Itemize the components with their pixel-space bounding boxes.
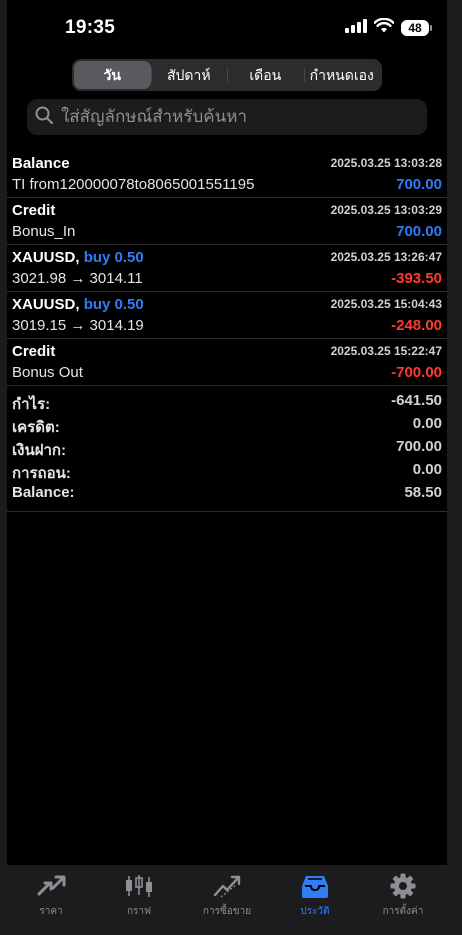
deal-row[interactable]: Credit 2025.03.25 13:03:29 Bonus_In 700.… xyxy=(7,198,447,245)
summary-deposit: เงินฝาก: 700.00 xyxy=(7,436,447,459)
period-selector: วัน สัปดาห์ เดือน กำหนดเอง xyxy=(72,59,382,91)
search-icon xyxy=(35,106,54,129)
deal-date: 2025.03.25 15:22:47 xyxy=(330,344,442,358)
tab-settings[interactable]: การตั้งค่า xyxy=(359,865,447,935)
tab-quotes[interactable]: ราคา xyxy=(7,865,95,935)
cellular-signal-icon xyxy=(345,18,367,38)
segment-day[interactable]: วัน xyxy=(74,61,151,89)
deal-title: Balance xyxy=(12,155,70,172)
summary-profit: กำไร: -641.50 xyxy=(7,390,447,413)
summary-credit: เครดิต: 0.00 xyxy=(7,413,447,436)
deal-row[interactable]: Credit 2025.03.25 15:22:47 Bonus Out -70… xyxy=(7,339,447,386)
wifi-icon xyxy=(373,17,395,38)
tab-chart[interactable]: กราฟ xyxy=(95,865,183,935)
settings-icon xyxy=(388,873,418,899)
trade-icon xyxy=(212,873,242,899)
summary-value: 0.00 xyxy=(412,415,442,432)
summary-value: 58.50 xyxy=(404,484,442,501)
deal-row[interactable]: XAUUSD, buy 0.50 2025.03.25 15:04:43 301… xyxy=(7,292,447,339)
summary-label: Balance: xyxy=(12,484,75,501)
deal-row[interactable]: XAUUSD, buy 0.50 2025.03.25 13:26:47 302… xyxy=(7,245,447,292)
deal-title: Credit xyxy=(12,343,56,360)
summary-value: 0.00 xyxy=(412,461,442,478)
deal-date: 2025.03.25 15:04:43 xyxy=(330,297,442,311)
history-icon xyxy=(300,873,330,899)
status-icons: 48 xyxy=(345,17,432,38)
tab-label: การซื้อขาย xyxy=(202,906,252,917)
deal-amount: -248.00 xyxy=(391,317,442,334)
deal-amount: 700.00 xyxy=(396,176,442,193)
segment-month[interactable]: เดือน xyxy=(227,61,304,89)
deal-side: buy 0.50 xyxy=(83,296,144,313)
summary-value: 700.00 xyxy=(396,438,442,455)
deal-row[interactable]: Balance 2025.03.25 13:03:28 TI from12000… xyxy=(7,151,447,198)
quotes-icon xyxy=(36,873,66,899)
summary-withdrawal: การถอน: 0.00 xyxy=(7,459,447,482)
deals-list: Balance 2025.03.25 13:03:28 TI from12000… xyxy=(7,151,447,512)
battery-icon: 48 xyxy=(401,20,432,36)
tab-history[interactable]: ประวัติ xyxy=(271,865,359,935)
deal-side: buy 0.50 xyxy=(83,249,144,266)
history-screen: 19:35 48 วัน สัปดาห์ เดือน กำหนดเอง ใส่ส… xyxy=(7,0,447,935)
search-input[interactable] xyxy=(59,106,403,128)
history-summary: กำไร: -641.50 เครดิต: 0.00 เงินฝาก: 700.… xyxy=(7,386,447,512)
deal-title: XAUUSD, buy 0.50 xyxy=(12,296,144,313)
tab-label: ประวัติ xyxy=(300,906,330,917)
deal-date: 2025.03.25 13:03:28 xyxy=(330,156,442,170)
deal-amount: 700.00 xyxy=(396,223,442,240)
chart-icon xyxy=(124,873,154,899)
summary-balance: Balance: 58.50 xyxy=(7,482,447,505)
segment-custom[interactable]: กำหนดเอง xyxy=(303,61,381,89)
deal-description: 3019.15 → 3014.19 xyxy=(12,317,144,334)
deal-amount: -700.00 xyxy=(391,364,442,381)
tab-label: ราคา xyxy=(39,906,63,917)
deal-title: Credit xyxy=(12,202,56,219)
deal-amount: -393.50 xyxy=(391,270,442,287)
deal-description: TI from120000078to8065001551195 xyxy=(12,176,255,193)
summary-value: -641.50 xyxy=(391,392,442,409)
deal-description: Bonus Out xyxy=(12,364,83,381)
status-time: 19:35 xyxy=(65,17,116,38)
deal-date: 2025.03.25 13:26:47 xyxy=(330,250,442,264)
tab-bar: ราคา กราฟ การซื้อขาย ประวัติ การตั้งค่า xyxy=(7,865,447,935)
deal-title: XAUUSD, buy 0.50 xyxy=(12,249,144,266)
segment-week[interactable]: สัปดาห์ xyxy=(150,61,228,89)
deal-description: Bonus_In xyxy=(12,223,76,240)
search-bar[interactable] xyxy=(27,99,427,135)
tab-label: กราฟ xyxy=(126,906,152,917)
tab-label: การตั้งค่า xyxy=(382,906,424,917)
deal-date: 2025.03.25 13:03:29 xyxy=(330,203,442,217)
deal-description: 3021.98 → 3014.11 xyxy=(12,270,143,287)
tab-trade[interactable]: การซื้อขาย xyxy=(183,865,271,935)
